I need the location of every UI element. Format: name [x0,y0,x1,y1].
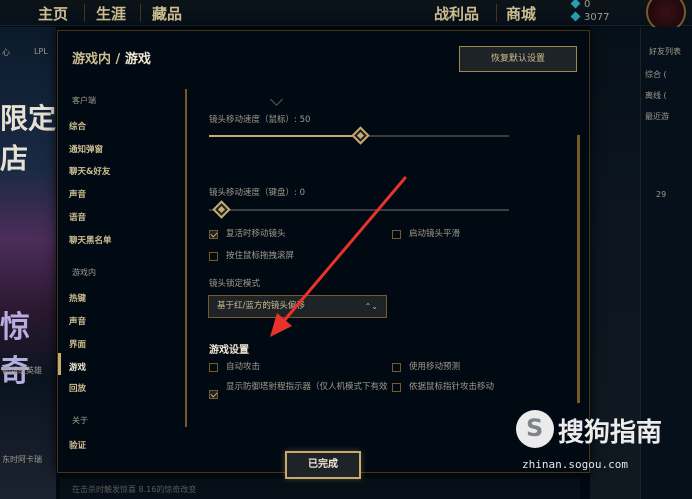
background-bottom-strip: 在击杀时触发惊喜 8.16的惊奇改变 [60,478,580,499]
movement-prediction-label: 使用移动预测 [409,362,461,372]
lock-mode-select[interactable]: 基于红/蓝方的镜头偏移 ⌃⌄ [208,295,387,318]
bg-label: LPL [34,47,48,56]
sidebar-group-client: 客户端 [72,96,96,105]
top-navigation-bar: 主页 生涯 藏品 战利品 商城 0 3077 [0,0,692,26]
bg-banner-text: 限定店 [0,102,57,175]
breadcrumb: 游戏内 / 游戏 [72,48,151,67]
breadcrumb-separator: / [115,52,121,67]
be-currency: 0 [570,0,590,10]
riot-points-icon [570,11,581,22]
nav-loot[interactable]: 战利品 [434,3,479,24]
auto-attack-label: 自动攻击 [226,362,261,372]
nav-career[interactable]: 生涯 [96,3,126,24]
sidebar-item-block-list[interactable]: 聊天黑名单 [69,234,112,246]
lock-mode-label: 镜头锁定模式 [209,279,261,289]
restore-defaults-button[interactable]: 恢复默认设置 [459,46,577,72]
mouse-speed-thumb[interactable] [351,126,370,145]
nav-divider [496,4,497,22]
game-settings-heading: 游戏设置 [209,345,249,356]
sidebar-item-hotkeys[interactable]: 热键 [69,292,86,304]
bg-label: 东时阿卡瑞 [2,455,42,464]
nav-divider [84,4,85,22]
breadcrumb-parent: 游戏内 [72,52,112,67]
sidebar-item-replays[interactable]: 回放 [69,382,86,394]
bg-label: 在击杀时触发惊喜 8.16的惊奇改变 [72,485,197,494]
breadcrumb-current: 游戏 [124,52,151,67]
mouse-speed-fill [209,135,359,137]
attack-move-cursor-checkbox[interactable] [392,383,401,392]
sidebar-item-notifications[interactable]: 通知弹窗 [69,143,103,155]
keyboard-speed-label: 镜头移动速度（键盘）: 0 [209,188,305,198]
camera-smoothing-checkbox[interactable] [392,230,401,239]
summoner-level: 29 [656,190,667,199]
movement-prediction-checkbox[interactable] [392,363,401,372]
drag-scroll-checkbox[interactable] [209,252,218,261]
sidebar-item-verification[interactable]: 验证 [69,439,86,451]
active-item-indicator [58,353,61,375]
attack-move-cursor-label: 依据鼠标指针攻击移动 [409,382,495,392]
friends-group[interactable]: 综合 ( [645,69,667,80]
nav-home[interactable]: 主页 [38,3,68,24]
game-settings-content: 镜头移动速度（鼠标）: 50 镜头移动速度（键盘）: 0 复活时移动镜头 启动镜… [196,89,576,464]
nav-collection[interactable]: 藏品 [152,3,182,24]
mouse-speed-label: 镜头移动速度（鼠标）: 50 [209,115,311,125]
done-button[interactable]: 已完成 [285,451,361,479]
content-scrollbar[interactable] [577,135,580,403]
sidebar-item-interface[interactable]: 界面 [69,338,86,350]
bg-label: 都超级英雄 [2,366,42,375]
tower-range-label: 显示防御塔射程指示器（仅人机模式下有效 [226,382,388,392]
nav-store[interactable]: 商城 [506,3,536,24]
sidebar-group-about: 关于 [72,416,88,425]
move-on-revive-checkbox[interactable] [209,230,218,239]
nav-divider [140,4,141,22]
camera-smoothing-label: 启动镜头平滑 [409,229,461,239]
friends-group[interactable]: 离线 ( [645,90,667,101]
friends-header: 好友列表 [649,47,681,56]
background-home-panel: 心 LPL 限定店 惊奇 都超级英雄 东时阿卡瑞 [0,27,56,499]
sidebar-group-ingame: 游戏内 [72,268,96,277]
settings-sidebar: 客户端 综合 通知弹窗 聊天&好友 声音 语音 聊天黑名单 游戏内 热键 声音 … [58,89,187,474]
sogou-logo-icon: S [516,410,554,448]
bg-label: 心 [2,48,10,57]
sidebar-item-general[interactable]: 综合 [69,120,86,132]
chevron-updown-icon: ⌃⌄ [364,302,378,311]
tower-range-checkbox[interactable] [209,390,218,399]
blue-essence-icon [570,0,581,9]
bg-banner-text: 惊奇 [0,310,30,389]
move-on-revive-label: 复活时移动镜头 [226,229,286,239]
chevron-down-icon[interactable] [270,93,283,106]
sidebar-item-chat-friends[interactable]: 聊天&好友 [69,165,110,177]
auto-attack-checkbox[interactable] [209,363,218,372]
lock-mode-value: 基于红/蓝方的镜头偏移 [217,301,305,311]
sidebar-item-client-sound[interactable]: 声音 [69,188,86,200]
sidebar-item-voice[interactable]: 语音 [69,211,86,223]
rp-currency: 3077 [570,11,609,23]
drag-scroll-label: 按住鼠标拖拽滚屏 [226,251,295,261]
settings-modal: 游戏内 / 游戏 恢复默认设置 客户端 综合 通知弹窗 聊天&好友 声音 语音 … [57,30,590,473]
sidebar-scrollbar[interactable] [185,89,187,427]
keyboard-speed-thumb[interactable] [212,200,231,219]
watermark-url: zhinan.sogou.com [522,458,628,471]
sidebar-item-game[interactable]: 游戏 [69,361,86,373]
sidebar-item-ingame-sound[interactable]: 声音 [69,315,86,327]
watermark-brand: 搜狗指南 [558,418,663,448]
keyboard-speed-track[interactable] [209,209,509,211]
friends-group[interactable]: 最近游 [645,111,669,122]
